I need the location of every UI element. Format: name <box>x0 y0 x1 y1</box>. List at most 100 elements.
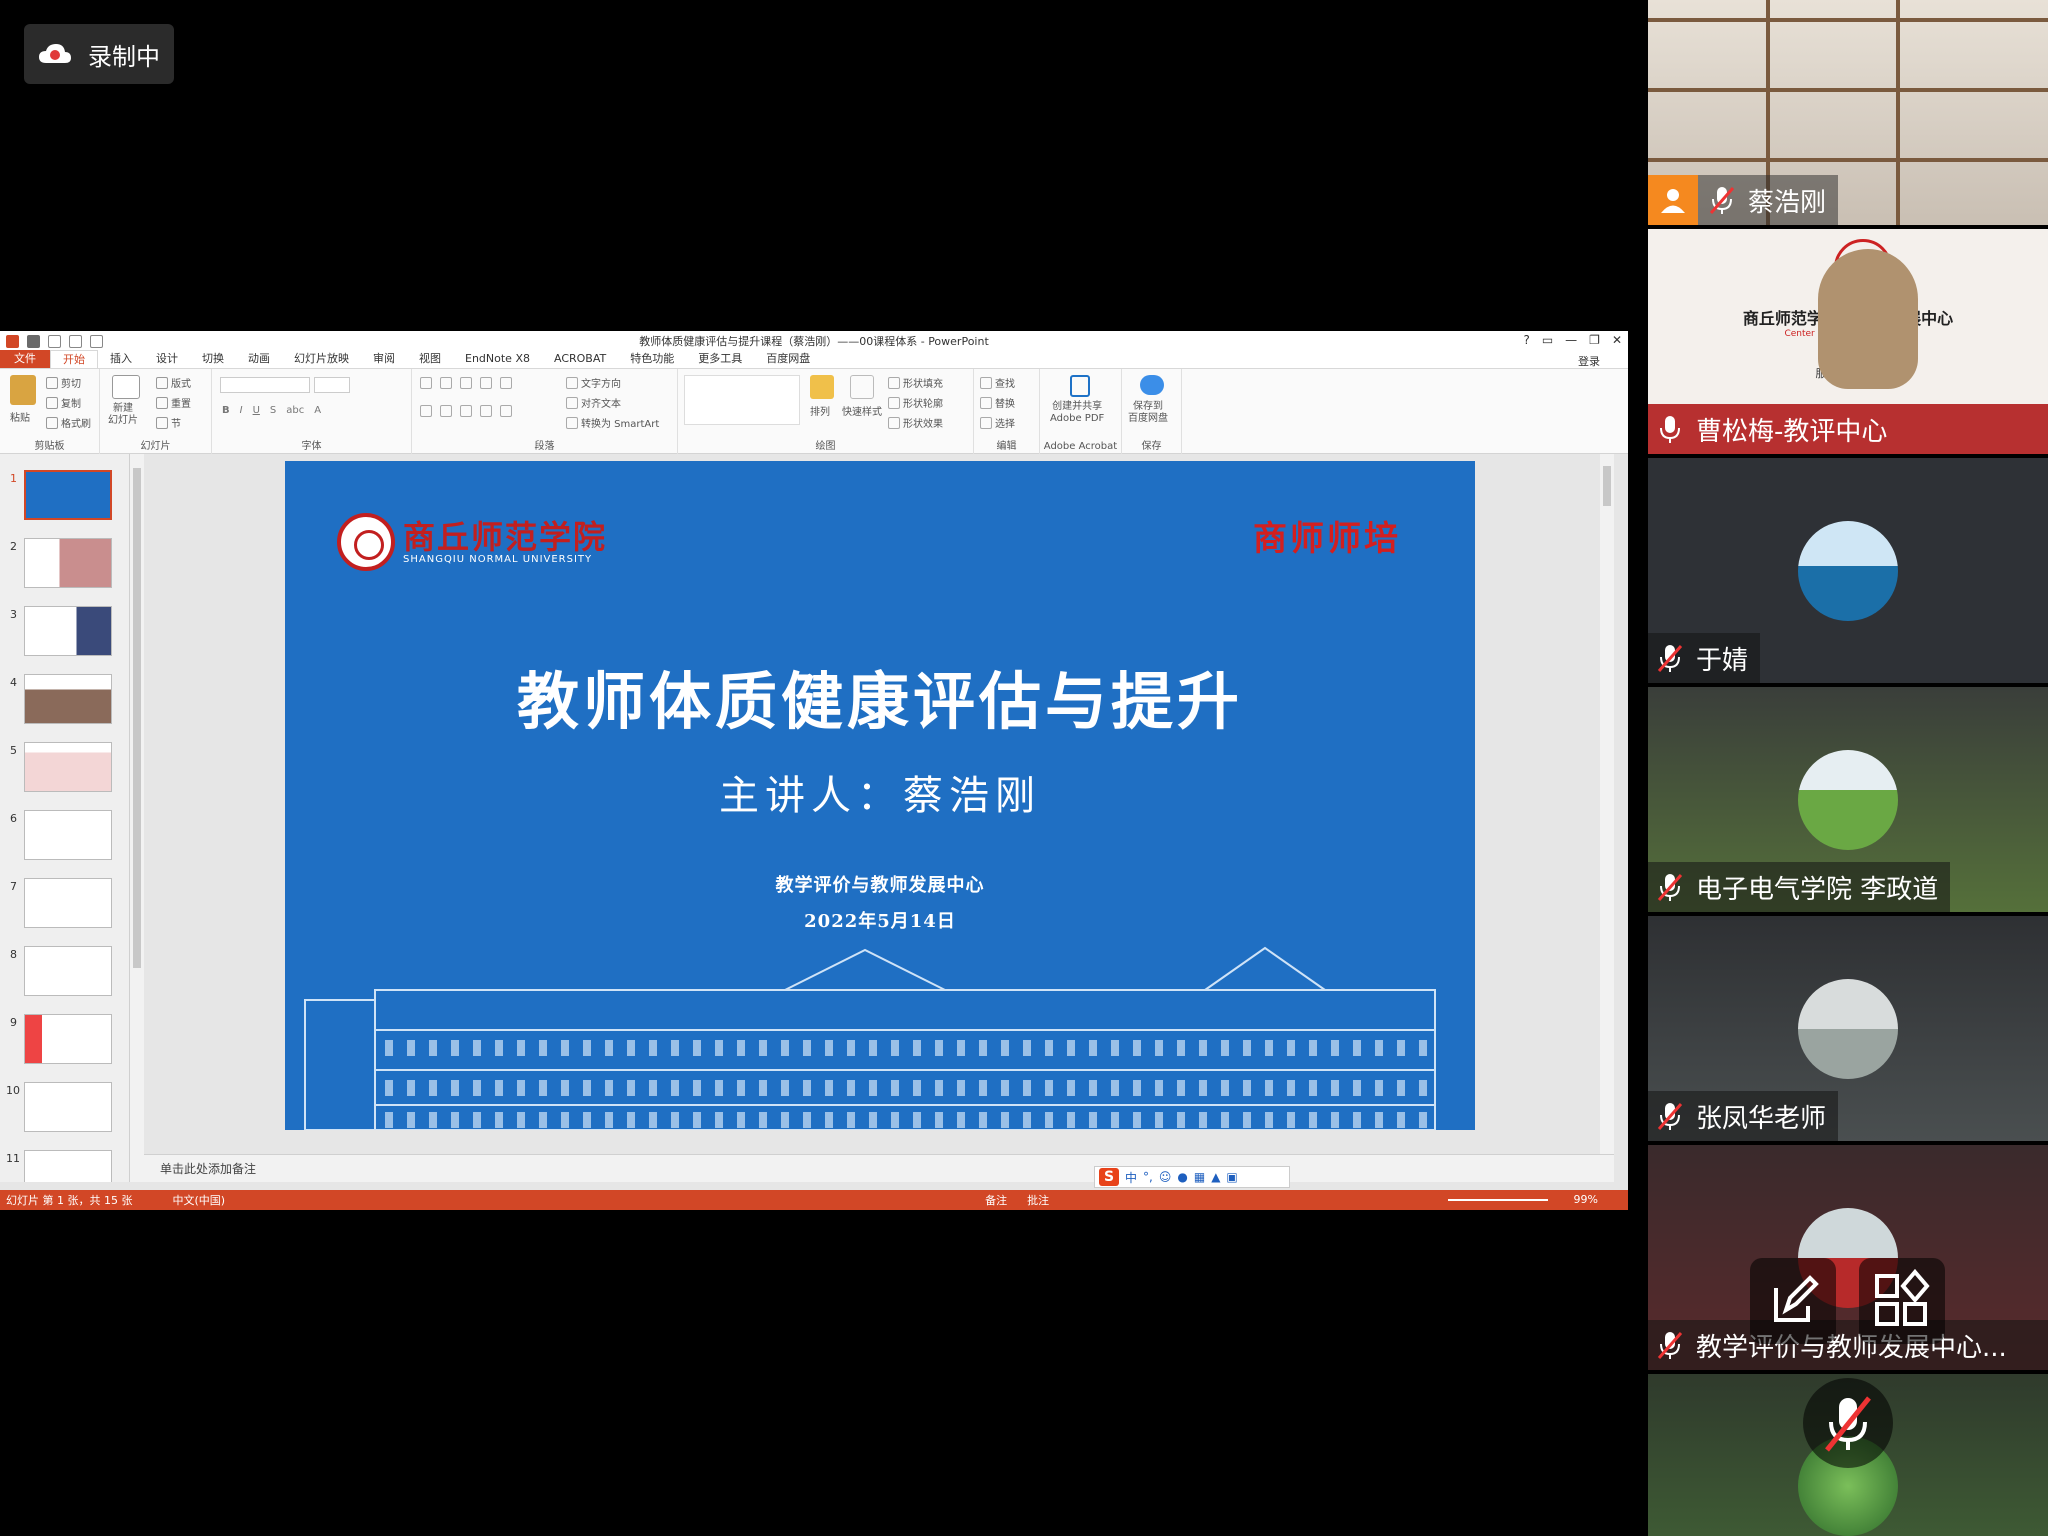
participant-tile[interactable]: 商丘师范学院教...师发展中心 Center For Teach...elopm… <box>1648 229 2048 454</box>
tab-file[interactable]: 文件 <box>0 350 50 368</box>
recording-indicator[interactable]: 录制中 <box>24 24 174 84</box>
tab-endnote[interactable]: EndNote X8 <box>453 350 542 368</box>
keyboard-icon[interactable]: ▦ <box>1194 1170 1205 1184</box>
line-spacing-icon[interactable] <box>500 377 512 389</box>
ribbon-display-button[interactable]: ▭ <box>1542 333 1553 347</box>
select-button[interactable]: 选择 <box>980 415 1015 430</box>
numbering-icon[interactable] <box>440 377 452 389</box>
participant-tile[interactable]: 于婧 <box>1648 458 2048 683</box>
slide-thumbnail-5[interactable] <box>24 742 112 792</box>
shapes-gallery[interactable] <box>684 375 800 425</box>
strikethrough-icon[interactable]: abc <box>286 405 304 416</box>
cut-button[interactable]: 剪切 <box>46 375 81 390</box>
text-direction-button[interactable]: 文字方向 <box>566 375 621 390</box>
font-color-icon[interactable]: A <box>314 405 321 416</box>
toolbox-icon[interactable]: ▣ <box>1226 1170 1237 1184</box>
arrange-button[interactable]: 排列 <box>810 403 830 418</box>
tab-insert[interactable]: 插入 <box>98 350 144 368</box>
language-indicator[interactable]: 中文(中国) <box>172 1192 225 1208</box>
tab-baidu-netdisk[interactable]: 百度网盘 <box>754 350 822 368</box>
tab-home[interactable]: 开始 <box>50 350 98 368</box>
section-button[interactable]: 节 <box>156 415 181 430</box>
mute-self-button[interactable] <box>1803 1378 1893 1468</box>
tab-transitions[interactable]: 切换 <box>190 350 236 368</box>
editor-scrollbar[interactable] <box>1600 454 1614 1154</box>
bold-icon[interactable]: B <box>222 405 230 416</box>
align-left-icon[interactable] <box>420 405 432 417</box>
shape-effects-button[interactable]: 形状效果 <box>888 415 943 430</box>
slide-thumbnail-11[interactable] <box>24 1150 112 1182</box>
ime-mode[interactable]: 中 <box>1125 1169 1137 1186</box>
thumbnails-scrollbar[interactable] <box>130 454 144 1182</box>
tab-acrobat[interactable]: ACROBAT <box>542 350 618 368</box>
slide-thumbnail-2[interactable] <box>24 538 112 588</box>
tab-design[interactable]: 设计 <box>144 350 190 368</box>
restore-button[interactable]: ❐ <box>1589 333 1600 347</box>
tab-special-features[interactable]: 特色功能 <box>618 350 686 368</box>
scroll-thumb[interactable] <box>1603 466 1611 506</box>
tab-animations[interactable]: 动画 <box>236 350 282 368</box>
replace-button[interactable]: 替换 <box>980 395 1015 410</box>
save-icon[interactable] <box>27 334 40 348</box>
layout-switch-button[interactable] <box>1859 1258 1945 1344</box>
decrease-indent-icon[interactable] <box>460 377 472 389</box>
skin-icon[interactable]: ▲ <box>1211 1170 1220 1184</box>
justify-icon[interactable] <box>480 405 492 417</box>
tab-view[interactable]: 视图 <box>407 350 453 368</box>
tab-more-tools[interactable]: 更多工具 <box>686 350 754 368</box>
slide-thumbnail-7[interactable] <box>24 878 112 928</box>
emoji-icon[interactable]: ☺ <box>1159 1170 1172 1184</box>
minimize-button[interactable]: — <box>1565 333 1577 347</box>
notes-pane[interactable]: 单击此处添加备注 <box>144 1154 1614 1182</box>
annotate-button[interactable] <box>1750 1258 1836 1344</box>
start-slideshow-icon[interactable] <box>90 334 103 348</box>
close-button[interactable]: ✕ <box>1612 333 1622 347</box>
quick-styles-button[interactable]: 快速样式 <box>842 403 882 418</box>
slide-thumbnail-6[interactable] <box>24 810 112 860</box>
format-painter-button[interactable]: 格式刷 <box>46 415 91 430</box>
login-link[interactable]: 登录 <box>1578 353 1600 369</box>
shape-fill-button[interactable]: 形状填充 <box>888 375 943 390</box>
ime-toolbar[interactable]: S 中 °, ☺ ● ▦ ▲ ▣ <box>1094 1166 1290 1188</box>
tab-review[interactable]: 审阅 <box>361 350 407 368</box>
font-size-dropdown[interactable] <box>314 377 350 393</box>
align-right-icon[interactable] <box>460 405 472 417</box>
copy-button[interactable]: 复制 <box>46 395 81 410</box>
italic-icon[interactable]: I <box>240 405 243 416</box>
punctuation-icon[interactable]: °, <box>1143 1170 1153 1184</box>
current-slide[interactable]: 商丘师范学院 SHANGQIU NORMAL UNIVERSITY 商师师培 教… <box>285 461 1475 1130</box>
participant-tile[interactable]: 教学评价与教师发展中心... <box>1648 1145 2048 1370</box>
convert-smartart-button[interactable]: 转换为 SmartArt <box>566 415 659 430</box>
create-pdf-button[interactable]: 创建并共享 Adobe PDF <box>1050 401 1104 425</box>
bullets-icon[interactable] <box>420 377 432 389</box>
undo-icon[interactable] <box>48 334 61 348</box>
slide-thumbnail-4[interactable] <box>24 674 112 724</box>
shape-outline-button[interactable]: 形状轮廓 <box>888 395 943 410</box>
paste-button[interactable]: 粘贴 <box>10 409 30 424</box>
underline-icon[interactable]: U <box>253 405 260 416</box>
font-name-dropdown[interactable] <box>220 377 310 393</box>
slide-thumbnail-3[interactable] <box>24 606 112 656</box>
zoom-slider[interactable] <box>1448 1199 1548 1201</box>
tab-slideshow[interactable]: 幻灯片放映 <box>282 350 361 368</box>
find-button[interactable]: 查找 <box>980 375 1015 390</box>
voice-icon[interactable]: ● <box>1177 1170 1187 1184</box>
participant-tile[interactable]: 电子电气学院 李政道 <box>1648 687 2048 912</box>
zoom-level[interactable]: 99% <box>1574 1193 1598 1206</box>
slide-thumbnail-1[interactable] <box>24 470 112 520</box>
slide-thumbnail-10[interactable] <box>24 1082 112 1132</box>
scroll-thumb[interactable] <box>133 468 141 968</box>
align-text-button[interactable]: 对齐文本 <box>566 395 621 410</box>
participant-tile[interactable]: 张凤华老师 <box>1648 916 2048 1141</box>
shadow-icon[interactable]: S <box>270 405 276 416</box>
save-to-baidu-button[interactable]: 保存到 百度网盘 <box>1128 401 1168 425</box>
comments-toggle[interactable]: 批注 <box>1027 1192 1049 1208</box>
notes-toggle[interactable]: 备注 <box>985 1192 1007 1208</box>
help-button[interactable]: ? <box>1523 333 1529 347</box>
layout-button[interactable]: 版式 <box>156 375 191 390</box>
new-slide-button[interactable]: 新建 幻灯片 <box>108 403 138 427</box>
participant-tile[interactable]: 蔡浩刚 <box>1648 0 2048 225</box>
slide-thumbnail-9[interactable] <box>24 1014 112 1064</box>
increase-indent-icon[interactable] <box>480 377 492 389</box>
reset-button[interactable]: 重置 <box>156 395 191 410</box>
